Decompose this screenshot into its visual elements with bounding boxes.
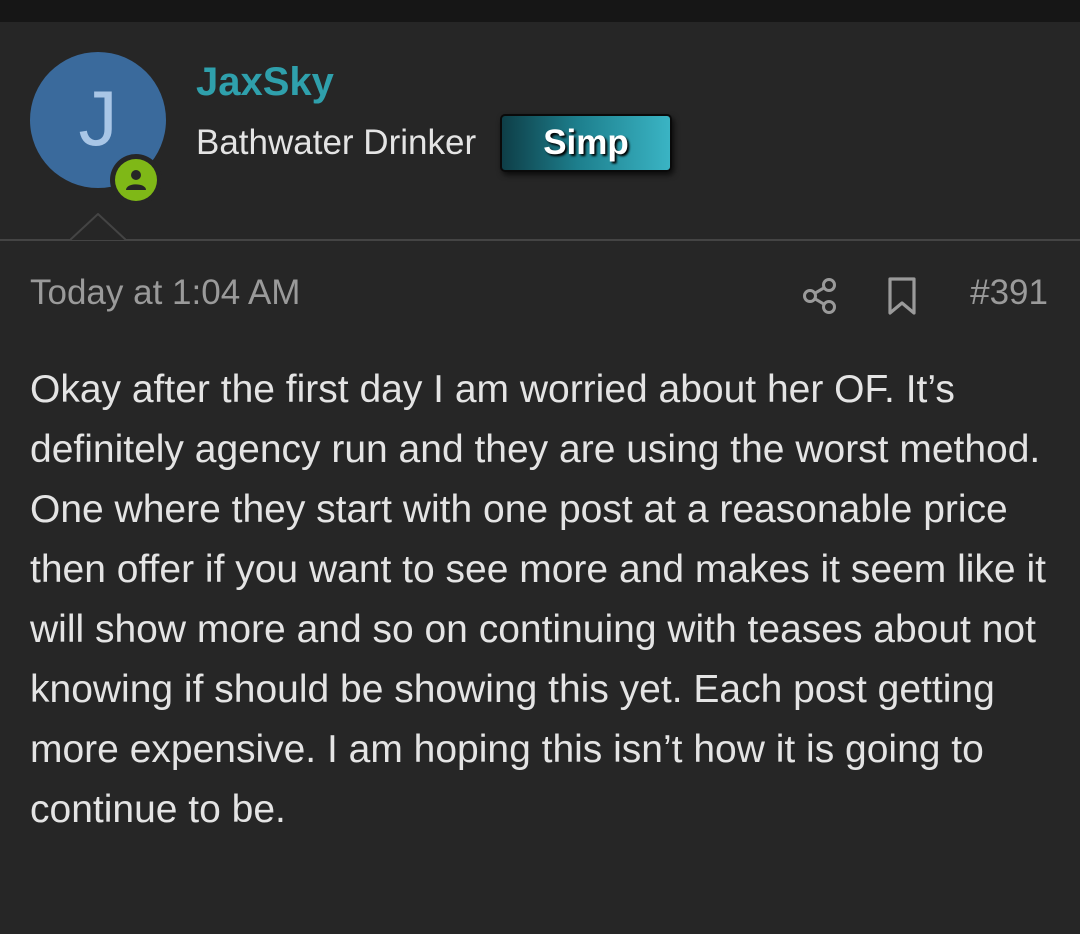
bookmark-icon[interactable] (884, 276, 920, 316)
online-status-badge (110, 154, 162, 206)
post-timestamp[interactable]: Today at 1:04 AM (30, 273, 300, 313)
message-caret (70, 213, 126, 241)
user-banner-label: Simp (543, 123, 629, 162)
post-message: Okay after the first day I am worried ab… (30, 368, 1046, 831)
share-icon[interactable] (800, 276, 840, 316)
user-banner: Simp (500, 114, 672, 172)
top-strip (0, 0, 1080, 22)
user-online-icon (115, 159, 157, 201)
forum-post: J JaxSky Bathwater Drinker Simp Today at… (0, 22, 1080, 934)
user-title: Bathwater Drinker (196, 123, 477, 162)
avatar-initial: J (78, 74, 118, 162)
username-link[interactable]: JaxSky (196, 60, 334, 104)
post-number-link[interactable]: #391 (970, 273, 1048, 313)
header-divider (0, 239, 1080, 241)
